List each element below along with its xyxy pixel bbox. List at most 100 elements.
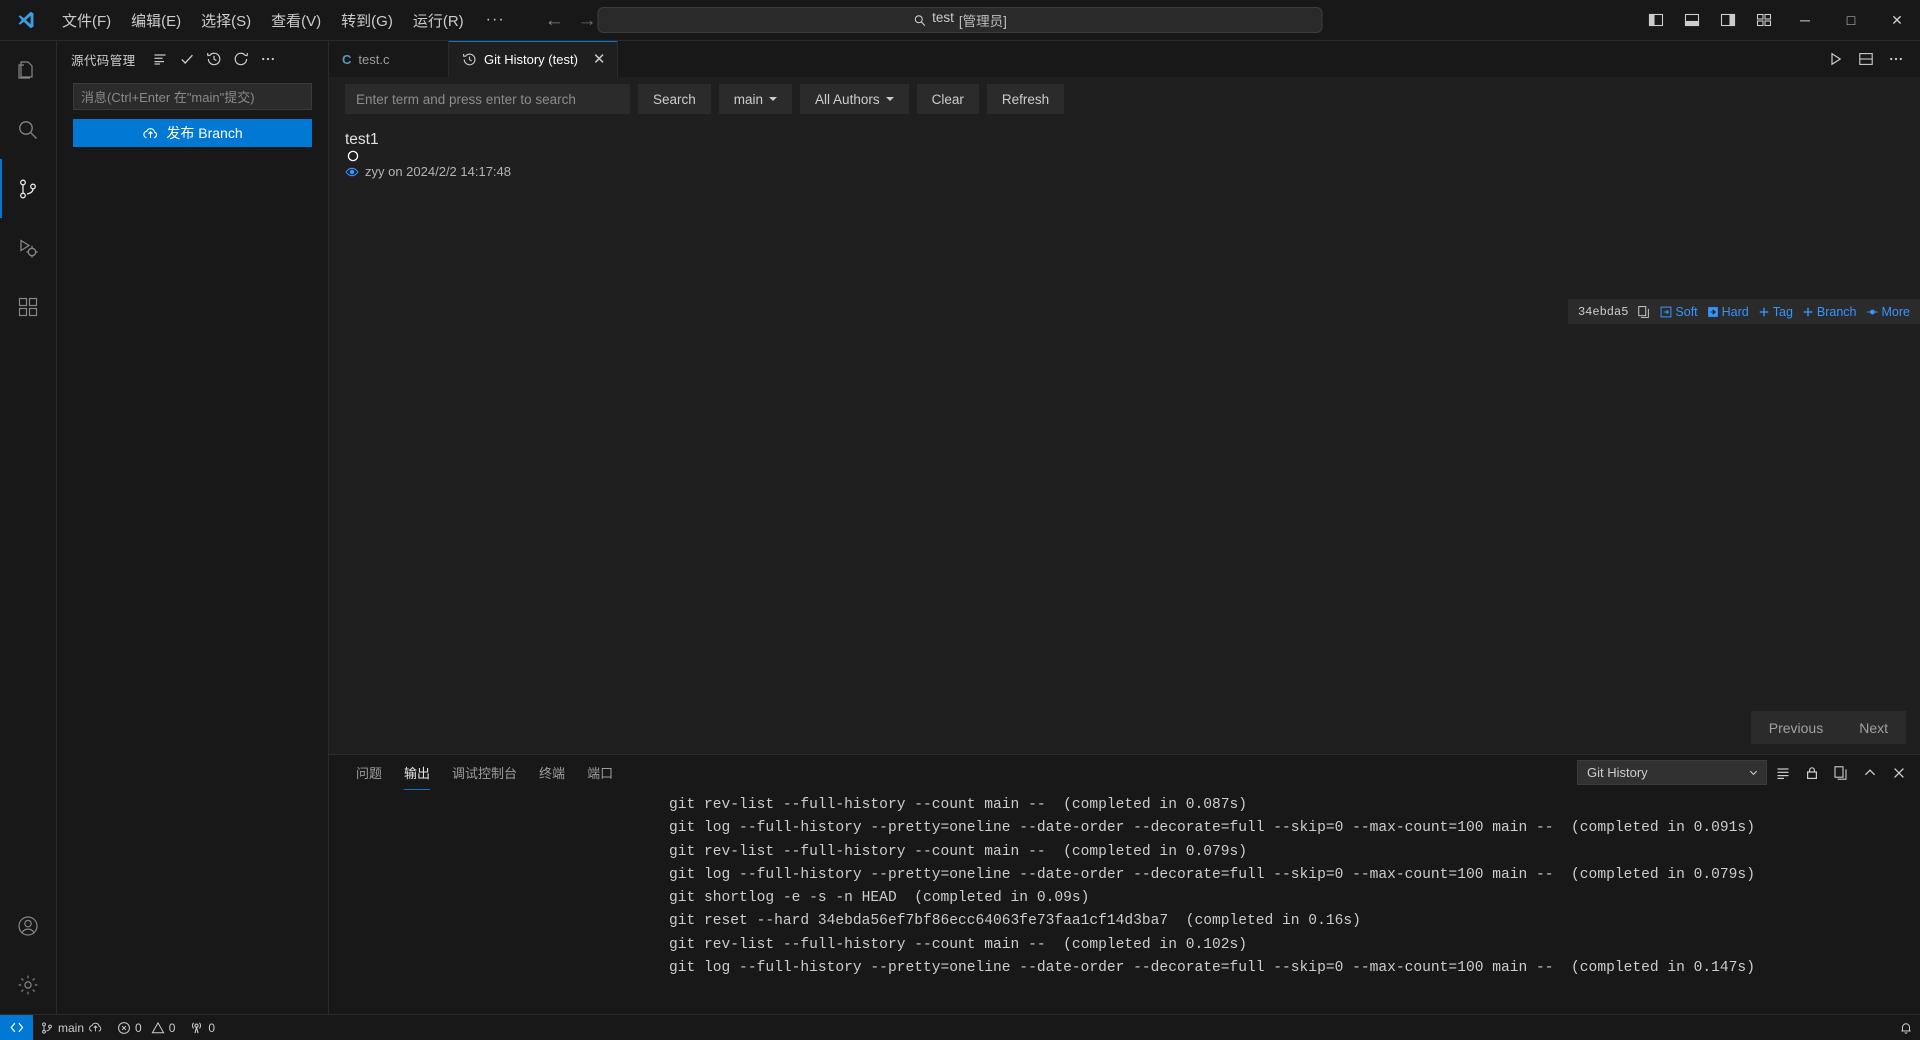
commit-row[interactable]: test1 zyy on 2024/2/2 14:17:48 xyxy=(329,121,1920,189)
source-control-icon xyxy=(40,1021,54,1035)
toggle-primary-sidebar-icon[interactable] xyxy=(1638,0,1674,40)
tag-button[interactable]: Tag xyxy=(1758,305,1793,319)
history-icon[interactable] xyxy=(202,47,227,72)
command-center[interactable]: test [管理员] xyxy=(597,7,1323,33)
back-arrow-icon[interactable]: ← xyxy=(545,11,564,30)
sidebar-actions xyxy=(148,47,281,72)
author-selector[interactable]: All Authors xyxy=(800,84,909,114)
minimize-button[interactable]: ─ xyxy=(1782,0,1828,40)
activity-item-search[interactable] xyxy=(0,100,57,159)
commit-list: test1 zyy on 2024/2/2 14:17:48 34ebda5 S… xyxy=(329,121,1920,754)
bell-icon xyxy=(1899,1021,1913,1035)
panel-actions: Git History xyxy=(1577,755,1912,790)
publish-branch-button[interactable]: 发布 Branch xyxy=(73,119,312,147)
refresh-button[interactable]: Refresh xyxy=(986,84,1065,114)
activity-item-manage[interactable] xyxy=(0,955,57,1014)
account-icon xyxy=(16,914,40,938)
branch-label: Branch xyxy=(1816,304,1857,319)
tab-problems[interactable]: 问题 xyxy=(345,755,393,790)
open-editor-icon[interactable] xyxy=(1828,760,1854,786)
menu-edit[interactable]: 编辑(E) xyxy=(121,0,191,40)
git-history-toolbar: Enter term and press enter to search Sea… xyxy=(329,77,1920,121)
forward-arrow-icon[interactable]: → xyxy=(578,11,597,30)
toggle-secondary-sidebar-icon[interactable] xyxy=(1710,0,1746,40)
lock-scroll-icon[interactable] xyxy=(1799,760,1825,786)
notifications-button[interactable] xyxy=(1892,1021,1920,1035)
commit-hash: 34ebda5 xyxy=(1577,304,1629,319)
activity-item-explorer[interactable] xyxy=(0,41,57,100)
tabs-filler xyxy=(618,41,1822,77)
activity-item-extensions[interactable] xyxy=(0,277,57,336)
activity-item-accounts[interactable] xyxy=(0,896,57,955)
branch-button[interactable]: Branch xyxy=(1802,305,1857,319)
clear-output-icon[interactable] xyxy=(1770,760,1796,786)
more-button[interactable]: More xyxy=(1866,305,1910,319)
soft-reset-button[interactable]: Soft xyxy=(1660,305,1698,319)
menu-go[interactable]: 转到(G) xyxy=(331,0,403,40)
output-channel-label: Git History xyxy=(1587,765,1648,780)
customize-layout-icon[interactable] xyxy=(1746,0,1782,40)
status-branch-label: main xyxy=(58,1020,85,1035)
commit-message-input[interactable]: 消息(Ctrl+Enter 在"main"提交) xyxy=(73,83,312,110)
search-input[interactable]: Enter term and press enter to search xyxy=(345,84,630,114)
status-ports[interactable]: 0 xyxy=(182,1015,222,1040)
run-icon[interactable] xyxy=(1822,45,1850,73)
maximize-button[interactable]: □ xyxy=(1828,0,1874,40)
navigation-arrows: ← → xyxy=(545,11,597,30)
previous-page-button[interactable]: Previous xyxy=(1750,711,1842,744)
editor-action-buttons xyxy=(1822,41,1920,77)
status-bar-right xyxy=(1892,1021,1920,1035)
status-bar: main 0 0 0 xyxy=(0,1014,1920,1040)
commit-check-icon[interactable] xyxy=(175,47,200,72)
tab-output[interactable]: 输出 xyxy=(393,755,441,790)
status-problems[interactable]: 0 0 xyxy=(110,1015,182,1040)
output-content: git rev-list --full-history --count main… xyxy=(329,790,1920,1014)
menu-file[interactable]: 文件(F) xyxy=(52,0,121,40)
view-and-sort-icon[interactable] xyxy=(148,47,173,72)
branch-selector[interactable]: main xyxy=(718,84,793,114)
copy-hash-icon[interactable] xyxy=(1637,305,1651,319)
ports-count: 0 xyxy=(208,1020,216,1035)
tab-terminal[interactable]: 终端 xyxy=(528,755,576,790)
status-branch[interactable]: main xyxy=(33,1015,110,1040)
activity-item-run-and-debug[interactable] xyxy=(0,218,57,277)
log-line: git rev-list --full-history --count main… xyxy=(669,936,1248,953)
close-panel-icon[interactable] xyxy=(1886,760,1912,786)
toggle-panel-icon[interactable] xyxy=(1674,0,1710,40)
command-center-title: test xyxy=(932,10,954,25)
output-channel-select[interactable]: Git History xyxy=(1577,760,1767,785)
sidebar-header: 源代码管理 xyxy=(57,41,328,77)
hard-reset-button[interactable]: Hard xyxy=(1707,305,1749,319)
tab-debug-console[interactable]: 调试控制台 xyxy=(441,755,528,790)
log-line: git rev-list --full-history --count main… xyxy=(669,843,1248,860)
tab-git-history[interactable]: Git History (test) ✕ xyxy=(449,41,619,77)
commit-graph-node-icon xyxy=(347,150,1920,163)
activity-item-source-control[interactable] xyxy=(0,159,57,218)
branch-selector-label: main xyxy=(733,91,764,107)
more-actions-icon[interactable] xyxy=(1882,45,1910,73)
next-page-button[interactable]: Next xyxy=(1841,711,1906,744)
menu-run[interactable]: 运行(R) xyxy=(403,0,474,40)
tab-ports[interactable]: 端口 xyxy=(576,755,624,790)
chevron-down-icon xyxy=(1748,767,1759,778)
close-button[interactable]: ✕ xyxy=(1874,0,1920,40)
menu-more-icon[interactable]: ··· xyxy=(474,0,517,40)
tab-test-c[interactable]: C test.c xyxy=(329,41,449,77)
files-icon xyxy=(16,59,40,83)
log-line: git log --full-history --pretty=oneline … xyxy=(669,820,1755,837)
menu-bar: 文件(F) 编辑(E) 选择(S) 查看(V) 转到(G) 运行(R) ··· xyxy=(52,0,517,40)
maximize-panel-icon[interactable] xyxy=(1857,760,1883,786)
remote-window-button[interactable] xyxy=(0,1015,33,1040)
menu-selection[interactable]: 选择(S) xyxy=(191,0,261,40)
split-editor-icon[interactable] xyxy=(1852,45,1880,73)
clear-button[interactable]: Clear xyxy=(916,84,979,114)
source-control-icon xyxy=(16,177,40,201)
menu-view[interactable]: 查看(V) xyxy=(261,0,331,40)
source-control-sidebar: 源代码管理 消息(Ctrl+Enter 在"main"提交) 发布 Branch xyxy=(57,41,329,1014)
warning-icon xyxy=(151,1021,165,1035)
refresh-icon[interactable] xyxy=(229,47,254,72)
more-actions-icon[interactable] xyxy=(256,47,281,72)
close-icon[interactable]: ✕ xyxy=(593,52,606,67)
search-button[interactable]: Search xyxy=(638,84,711,114)
log-line: git log --full-history --pretty=oneline … xyxy=(669,960,1755,977)
